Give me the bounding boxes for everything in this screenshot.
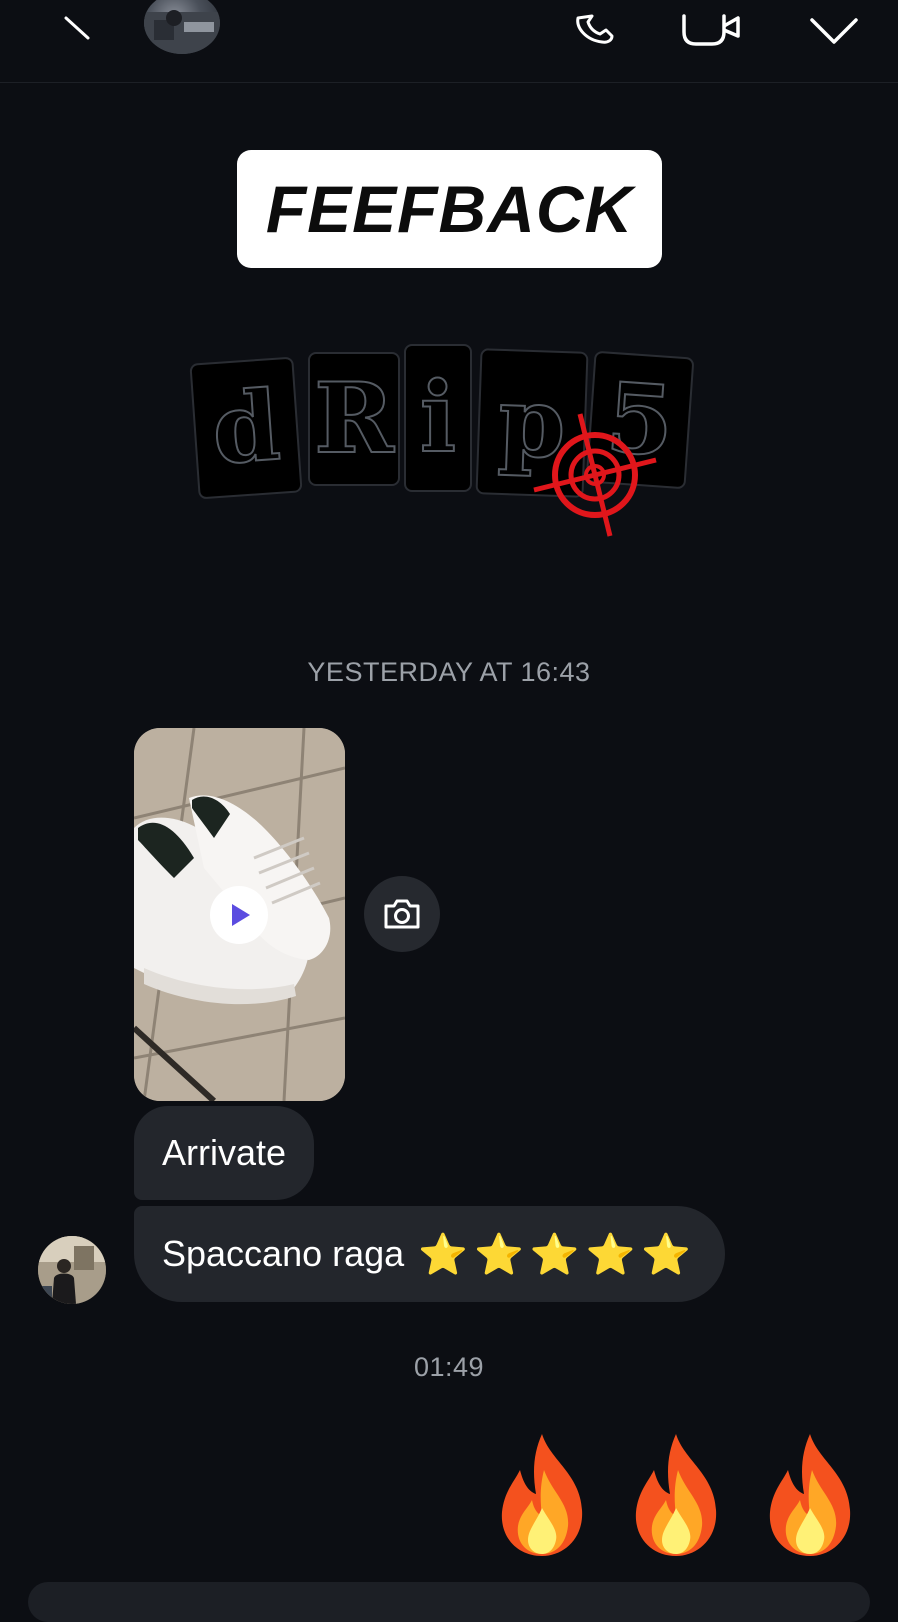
timestamp-divider: YESTERDAY AT 16:43 — [307, 657, 591, 687]
camera-icon — [384, 899, 420, 929]
back-icon[interactable] — [62, 14, 92, 44]
logo-tile-r: R — [308, 352, 400, 486]
message-text: Arrivate — [162, 1132, 287, 1173]
fire-emoji-icon[interactable] — [624, 1430, 728, 1558]
camera-reply-button[interactable] — [364, 876, 440, 952]
message-composer[interactable] — [28, 1582, 870, 1622]
star-emoji-row: ⭐⭐⭐⭐⭐ — [418, 1232, 698, 1277]
message-text: Spaccano raga — [162, 1233, 405, 1274]
fire-emoji-icon[interactable] — [490, 1430, 594, 1558]
drip5-logo: d R i p 5 — [189, 340, 710, 550]
video-icon[interactable] — [680, 14, 742, 46]
message-bubble[interactable]: Arrivate — [134, 1106, 315, 1200]
logo-tile-d: d — [189, 356, 303, 500]
feedback-banner: FEEFBACK — [237, 150, 662, 268]
chat-header — [0, 0, 898, 83]
message-bubble[interactable]: Spaccano raga ⭐⭐⭐⭐⭐ — [134, 1206, 726, 1302]
fire-emoji-icon[interactable] — [758, 1430, 862, 1558]
video-message-thumbnail[interactable] — [134, 728, 345, 1101]
play-button[interactable] — [210, 886, 268, 944]
chevron-down-icon[interactable] — [806, 12, 862, 48]
crosshair-target-icon — [533, 413, 657, 537]
logo-tile-i: i — [404, 344, 472, 492]
feedback-title: FEEFBACK — [265, 172, 634, 246]
play-icon — [232, 904, 250, 926]
sender-avatar[interactable] — [38, 1236, 106, 1304]
timestamp-divider: 01:49 — [413, 1352, 485, 1382]
call-icon[interactable] — [572, 12, 622, 48]
